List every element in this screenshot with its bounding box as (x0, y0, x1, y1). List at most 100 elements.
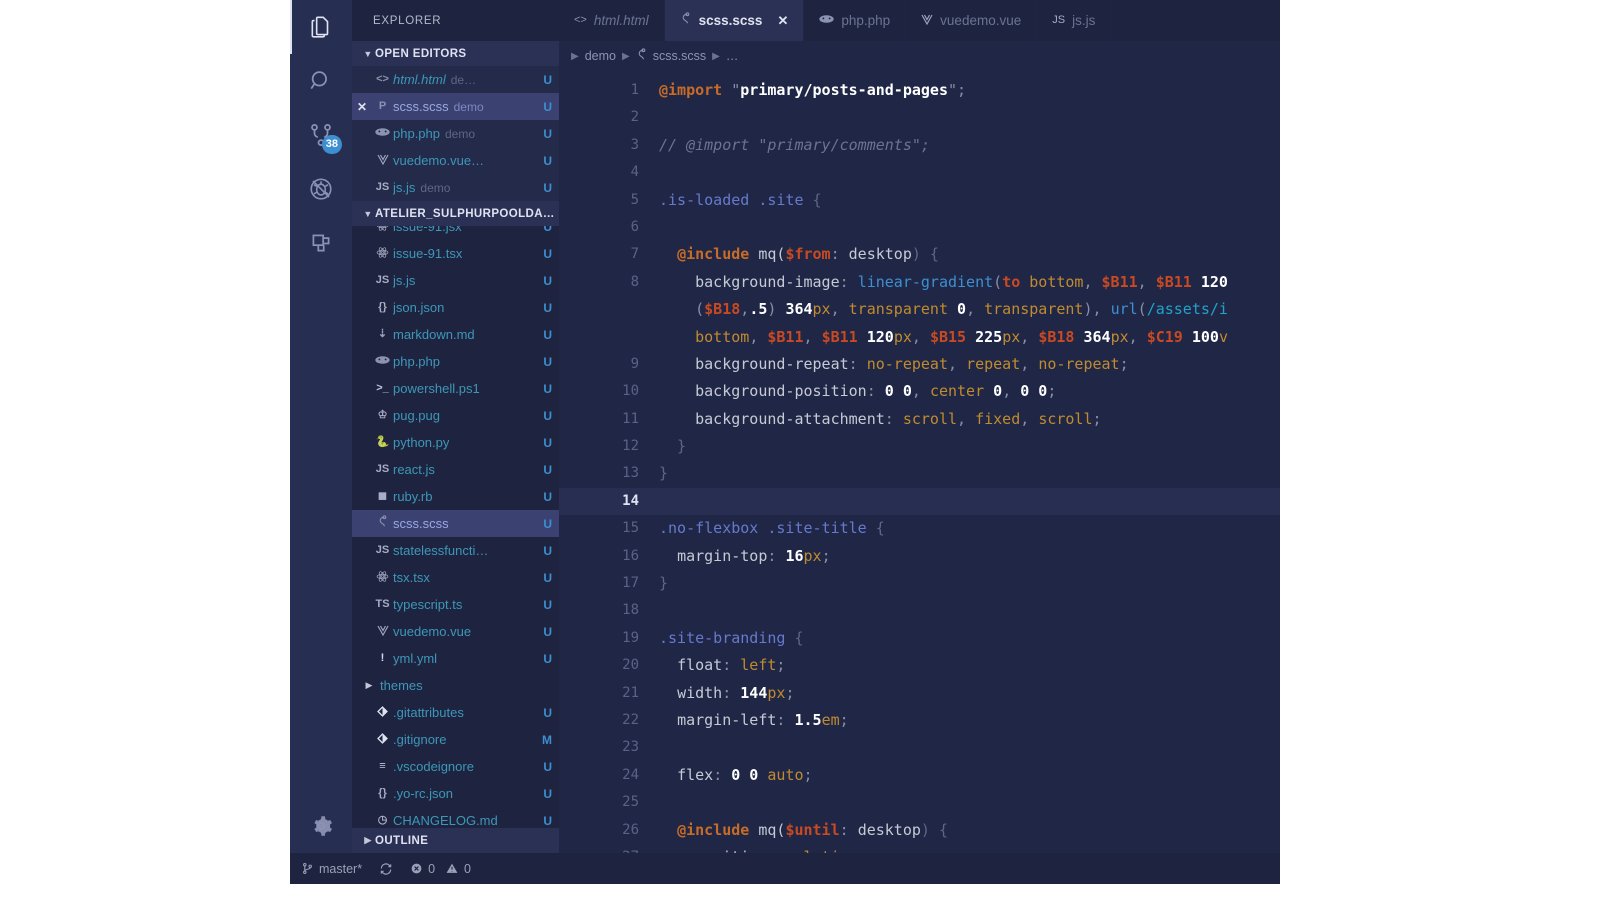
code-line[interactable]: @include mq($until: desktop) { (649, 817, 1280, 844)
tree-file[interactable]: ≡ .vscodeignore U (352, 753, 559, 780)
code-line[interactable] (649, 214, 1280, 241)
file-type-icon (372, 226, 393, 235)
code-line[interactable] (649, 734, 1280, 761)
open-editor-item[interactable]: vuedemo.vue… U (352, 147, 559, 174)
tree-file[interactable]: ! yml.yml U (352, 645, 559, 672)
code-line[interactable]: @include mq($from: desktop) { (649, 241, 1280, 268)
tree-file[interactable]: 🐍 python.py U (352, 429, 559, 456)
code-token: 1.5 (794, 710, 822, 729)
file-type-icon: {} (378, 301, 387, 313)
code-line[interactable]: flex: 0 0 auto; (649, 762, 1280, 789)
section-outline[interactable]: ▶ OUTLINE (352, 828, 559, 853)
tree-file[interactable]: ♔ pug.pug U (352, 402, 559, 429)
extensions-icon[interactable] (290, 216, 352, 270)
code-line[interactable]: } (649, 570, 1280, 597)
code-line[interactable] (649, 104, 1280, 131)
code-line[interactable] (649, 597, 1280, 624)
tree-file[interactable]: .gitattributes U (352, 699, 559, 726)
code-editor[interactable]: 1 2 3 4 5 6 7 8 9 10 11 12 13 14 15 16 17 18 19 20 21 22 23 24 2… (559, 71, 1280, 853)
code-token: flex (677, 765, 714, 784)
code-line[interactable]: background-position: 0 0, center 0, 0 0; (649, 378, 1280, 405)
chevron-right-icon: ▶ (364, 835, 372, 845)
status-branch[interactable]: master* (301, 862, 362, 876)
tree-file[interactable]: php.php U (352, 348, 559, 375)
tree-file[interactable]: issue-91.tsx U (352, 240, 559, 267)
line-number: 5 (630, 191, 639, 208)
code-line[interactable]: // @import "primary/comments"; (649, 132, 1280, 159)
tree-item-label: tsx.tsx (393, 570, 430, 585)
code-line[interactable]: margin-left: 1.5em; (649, 707, 1280, 734)
source-control-icon[interactable]: 38 (290, 108, 352, 162)
breadcrumb-item[interactable]: scss.scss (636, 47, 707, 65)
open-editor-item[interactable]: JS js.js demo U (352, 174, 559, 201)
code-line[interactable]: background-image: linear-gradient(to bot… (649, 269, 1280, 296)
code-line[interactable]: bottom, $B11, $B11 120px, $B15 225px, $B… (649, 324, 1280, 351)
file-status-badge: M (542, 732, 552, 747)
tree-file[interactable]: tsx.tsx U (352, 564, 559, 591)
code-line[interactable]: width: 144px; (649, 680, 1280, 707)
code-token: relative (785, 848, 857, 853)
tree-file[interactable]: TS typescript.ts U (352, 591, 559, 618)
editor-tab[interactable]: scss.scss ✕ (664, 0, 805, 41)
tree-file[interactable]: {} .yo-rc.json U (352, 780, 559, 807)
status-sync[interactable] (379, 862, 393, 876)
code-line[interactable]: @import "primary/posts-and-pages"; (649, 77, 1280, 104)
tree-folder[interactable]: ▶ themes (352, 672, 559, 699)
section-open-editors[interactable]: ▼ OPEN EDITORS (352, 41, 559, 66)
code-line[interactable] (649, 789, 1280, 816)
file-status-badge: U (543, 354, 552, 369)
code-line[interactable] (649, 159, 1280, 186)
status-problems[interactable]: 0 0 (410, 862, 471, 876)
code-line[interactable]: float: left; (649, 652, 1280, 679)
code-token: " (731, 81, 741, 99)
code-line[interactable]: .no-flexbox .site-title { (649, 515, 1280, 542)
tree-file[interactable]: JS statelessfuncti… U (352, 537, 559, 564)
code-line[interactable]: ($B18,.5) 364px, transparent 0, transpar… (649, 296, 1280, 323)
open-editor-item[interactable]: <> html.html de… U (352, 66, 559, 93)
code-line[interactable]: } (649, 460, 1280, 487)
tree-file[interactable]: JS react.js U (352, 456, 559, 483)
file-type-icon: ≡ (379, 760, 386, 772)
tree-file[interactable]: >_ powershell.ps1 U (352, 375, 559, 402)
close-icon[interactable]: ✕ (352, 100, 372, 114)
open-editor-item[interactable]: php.php demo U (352, 120, 559, 147)
code-token: /assets/i (1146, 300, 1228, 319)
tab-label: vuedemo.vue (940, 13, 1022, 28)
editor-tab[interactable]: php.php (804, 0, 907, 41)
code-line[interactable]: .site-branding { (649, 625, 1280, 652)
breadcrumb-label: scss.scss (652, 49, 707, 63)
code-line[interactable]: } (649, 433, 1280, 460)
section-folder[interactable]: ▼ ATELIER_SULPHURPOOLDAR… (352, 201, 559, 226)
code-line[interactable] (649, 487, 1280, 516)
tree-file[interactable]: {} json.json U (352, 294, 559, 321)
code-line[interactable]: background-repeat: no-repeat, repeat, no… (649, 351, 1280, 378)
code-line[interactable]: background-attachment: scroll, fixed, sc… (649, 406, 1280, 433)
tree-file[interactable]: scss.scss U (352, 510, 559, 537)
code-line[interactable]: position: relative; (649, 844, 1280, 853)
tree-file[interactable]: ⇣ markdown.md U (352, 321, 559, 348)
breadcrumb[interactable]: ▶ demo ▶ scss.scss ▶… (559, 41, 1280, 71)
code-line[interactable]: .is-loaded .site { (649, 187, 1280, 214)
settings-gear-icon[interactable] (290, 799, 352, 853)
editor-tab[interactable]: JS js.js (1037, 0, 1112, 41)
tree-file[interactable]: .gitignore M (352, 726, 559, 753)
file-tree[interactable]: issue-91.jsx Uissue-91.tsx U JS js.js U{} json… (352, 226, 559, 828)
breadcrumb-item[interactable]: … (726, 49, 739, 63)
tree-file[interactable]: vuedemo.vue U (352, 618, 559, 645)
search-icon[interactable] (290, 54, 352, 108)
code-content[interactable]: @import "primary/posts-and-pages"; // @im… (649, 71, 1280, 853)
open-editor-item[interactable]: ✕ Pscss.scss demo U (352, 93, 559, 120)
editor-tab[interactable]: <> html.html (559, 0, 665, 41)
explorer-icon[interactable] (290, 0, 352, 54)
tree-file[interactable]: JS js.js U (352, 267, 559, 294)
code-token: ), (1083, 300, 1111, 319)
editor-tab[interactable]: vuedemo.vue (906, 0, 1038, 41)
code-line[interactable]: margin-top: 16px; (649, 543, 1280, 570)
breadcrumb-item[interactable]: demo (585, 49, 616, 63)
code-token: $C19 (1146, 327, 1183, 346)
debug-icon[interactable] (290, 162, 352, 216)
tree-file[interactable]: ◼ ruby.rb U (352, 483, 559, 510)
tree-file[interactable]: ◷ CHANGELOG.md U (352, 807, 559, 828)
tab-close-icon[interactable]: ✕ (777, 13, 788, 29)
tree-file[interactable]: issue-91.jsx U (352, 226, 559, 240)
